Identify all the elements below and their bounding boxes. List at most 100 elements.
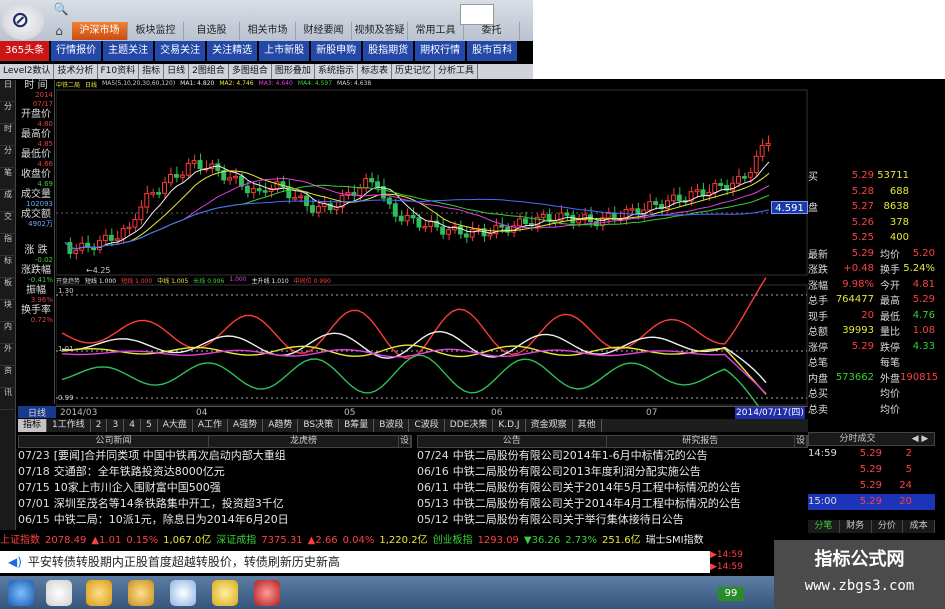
sub-menu-item[interactable]: 关注精选 — [207, 41, 258, 61]
tool-button[interactable]: 技术分析 — [54, 64, 98, 79]
tool-button[interactable]: 2图组合 — [189, 64, 229, 79]
day-label[interactable]: 日线 — [18, 406, 56, 419]
indicator-tab[interactable]: 1工作线 — [47, 419, 91, 432]
news-title[interactable]: 中铁二局：10派1元，除息日为2014年6月20日 — [54, 513, 289, 526]
news-title[interactable]: 中铁二局股份有限公司2014年1-6月中标情况的公告 — [453, 449, 708, 462]
stock-app2-icon[interactable] — [254, 580, 280, 606]
bottom-tab[interactable]: 分价 — [872, 520, 904, 533]
indicator-tab[interactable]: 3 — [107, 419, 125, 432]
indicator-tab[interactable]: B波段 — [374, 419, 410, 432]
indicator-tab[interactable]: C波段 — [409, 419, 445, 432]
indicator-tab[interactable]: A大盘 — [158, 419, 193, 432]
news-tab[interactable]: 研究报告 — [607, 436, 795, 447]
tool-button[interactable]: 日线 — [164, 64, 190, 79]
indicator-tab[interactable]: BS决策 — [298, 419, 340, 432]
bottom-tab[interactable]: 分笔 — [808, 520, 840, 533]
news-row[interactable]: 06/15 中铁二局：10派1元，除息日为2014年6月20日 — [18, 512, 412, 528]
browser2-icon[interactable] — [86, 580, 112, 606]
side-tab[interactable]: 分 — [0, 146, 16, 168]
news-title[interactable]: 交通部：全年铁路投资达8000亿元 — [54, 465, 225, 478]
news-tab[interactable]: 龙虎榜 — [209, 436, 399, 447]
folder-icon[interactable] — [128, 580, 154, 606]
indicator-tab[interactable]: B筹量 — [339, 419, 375, 432]
news-row[interactable]: 05/12 中铁二局股份有限公司关于举行集体接待日公告 — [417, 512, 808, 528]
news-row[interactable]: 07/23 [要闻]合并同类项 中国中铁再次启动内部大重组 — [18, 448, 412, 464]
news-tab[interactable]: 公告 — [418, 436, 607, 447]
indicator-tab[interactable]: 资金观察 — [526, 419, 573, 432]
news-row[interactable]: 07/18 交通部：全年铁路投资达8000亿元 — [18, 464, 412, 480]
side-tab[interactable]: 资 — [0, 366, 16, 388]
tool-button[interactable]: 系统指示 — [315, 64, 358, 79]
side-tab[interactable]: 成 — [0, 190, 16, 212]
side-tab[interactable]: 交 — [0, 212, 16, 234]
bottom-tab[interactable]: 财务 — [840, 520, 872, 533]
trade-row[interactable]: 5.29 24 — [808, 478, 935, 494]
sub-menu-item[interactable]: 期权行情 — [415, 41, 466, 61]
sub-menu-item[interactable]: 新股申购 — [311, 41, 362, 61]
side-tab[interactable]: 外 — [0, 344, 16, 366]
sub-menu-item[interactable]: 上市新股 — [259, 41, 310, 61]
news-row[interactable]: 07/24 中铁二局股份有限公司2014年1-6月中标情况的公告 — [417, 448, 808, 464]
side-tab[interactable]: 内 — [0, 322, 16, 344]
tray-button[interactable]: 99 — [718, 587, 744, 601]
side-tab[interactable]: 分 — [0, 102, 16, 124]
tool-button[interactable]: 图形叠加 — [272, 64, 315, 79]
indicator-tab[interactable]: K.D.J — [493, 419, 526, 432]
tool-button[interactable]: 分析工具 — [435, 64, 478, 79]
trade-row[interactable]: 15:00 5.29 20 — [808, 494, 935, 510]
tool-button[interactable]: F10资料 — [98, 64, 140, 79]
indicator-tab[interactable]: DDE决策 — [445, 419, 494, 432]
indicator-tab[interactable]: 指标 — [18, 419, 48, 432]
trade-row[interactable]: 5.29 5 — [808, 462, 935, 478]
tool-button[interactable]: 指标 — [139, 64, 165, 79]
side-tab[interactable]: 块 — [0, 300, 16, 322]
news-marquee[interactable]: ◀) 平安转债转股期内正股首度超越转股价，转债刷新历史新高 — [0, 551, 710, 573]
news-row[interactable]: 05/13 中铁二局股份有限公司关于2014年4月工程中标情况的公告 — [417, 496, 808, 512]
side-tab[interactable]: 板 — [0, 278, 16, 300]
indicator-tab[interactable]: 2 — [91, 419, 108, 432]
tool-button[interactable]: 标志表 — [358, 64, 392, 79]
indicator-tab[interactable]: 5 — [141, 419, 158, 432]
start-icon[interactable] — [8, 580, 34, 606]
sub-menu-item[interactable]: 股市百科 — [467, 41, 518, 61]
news-title[interactable]: 10家上市川企入围财富中国500强 — [54, 481, 221, 494]
sub-menu-item[interactable]: 股指期货 — [363, 41, 414, 61]
browser-icon[interactable] — [46, 580, 72, 606]
tool-button[interactable]: Level2数认 — [0, 64, 55, 79]
indicator-tab[interactable]: A强势 — [228, 419, 264, 432]
news-tab[interactable]: 公司新闻 — [19, 436, 209, 447]
app-icon[interactable] — [170, 580, 196, 606]
side-tab[interactable]: 时 — [0, 124, 16, 146]
sub-menu-item[interactable]: 365头条 — [0, 41, 50, 61]
news-title[interactable]: 中铁二局股份有限公司关于2014年5月工程中标情况的公告 — [453, 481, 741, 494]
trade-row[interactable]: 14:59 5.29 2 — [808, 446, 935, 462]
indicator-tab[interactable]: 4 — [124, 419, 141, 432]
sub-menu-item[interactable]: 行情报价 — [51, 41, 102, 61]
arrow-icons[interactable]: ◀ ▶ — [906, 433, 934, 445]
main-menu-item[interactable]: 自选股 — [184, 22, 240, 40]
main-menu-item[interactable]: 财经要闻 — [296, 22, 352, 40]
main-menu-item[interactable]: 板块监控 — [128, 22, 184, 40]
side-tab[interactable]: 讯 — [0, 388, 16, 410]
side-tab[interactable]: 笔 — [0, 168, 16, 190]
main-menu-item[interactable]: 视频及答疑 — [352, 22, 408, 40]
main-menu-item[interactable]: 常用工具 — [408, 22, 464, 40]
sub-menu-item[interactable]: 交易关注 — [155, 41, 206, 61]
news-title[interactable]: 中铁二局股份有限公司关于2014年4月工程中标情况的公告 — [453, 497, 741, 510]
news-row[interactable]: 06/11 中铁二局股份有限公司关于2014年5月工程中标情况的公告 — [417, 480, 808, 496]
sub-menu-item[interactable]: 主题关注 — [103, 41, 154, 61]
indicator-tab[interactable]: A趋势 — [263, 419, 299, 432]
news-title[interactable]: 中铁二局股份有限公司2013年度利润分配实施公告 — [453, 465, 701, 478]
news-tab[interactable]: 设 — [399, 436, 411, 447]
side-tab[interactable]: 标 — [0, 256, 16, 278]
news-tab[interactable]: 设 — [795, 436, 807, 447]
indicator-tab[interactable]: A工作 — [193, 419, 229, 432]
indicator-tab[interactable]: 其他 — [573, 419, 602, 432]
news-title[interactable]: 深圳至茂名等14条铁路集中开工，投资超3千亿 — [54, 497, 284, 510]
bottom-tab[interactable]: 成本 — [903, 520, 935, 533]
news-row[interactable]: 07/01 深圳至茂名等14条铁路集中开工，投资超3千亿 — [18, 496, 412, 512]
main-menu-item[interactable]: 沪深市场 — [72, 22, 128, 40]
side-tab[interactable]: 日 — [0, 80, 16, 102]
home-icon[interactable]: ⌂ — [50, 24, 68, 38]
side-tab[interactable]: 指 — [0, 234, 16, 256]
